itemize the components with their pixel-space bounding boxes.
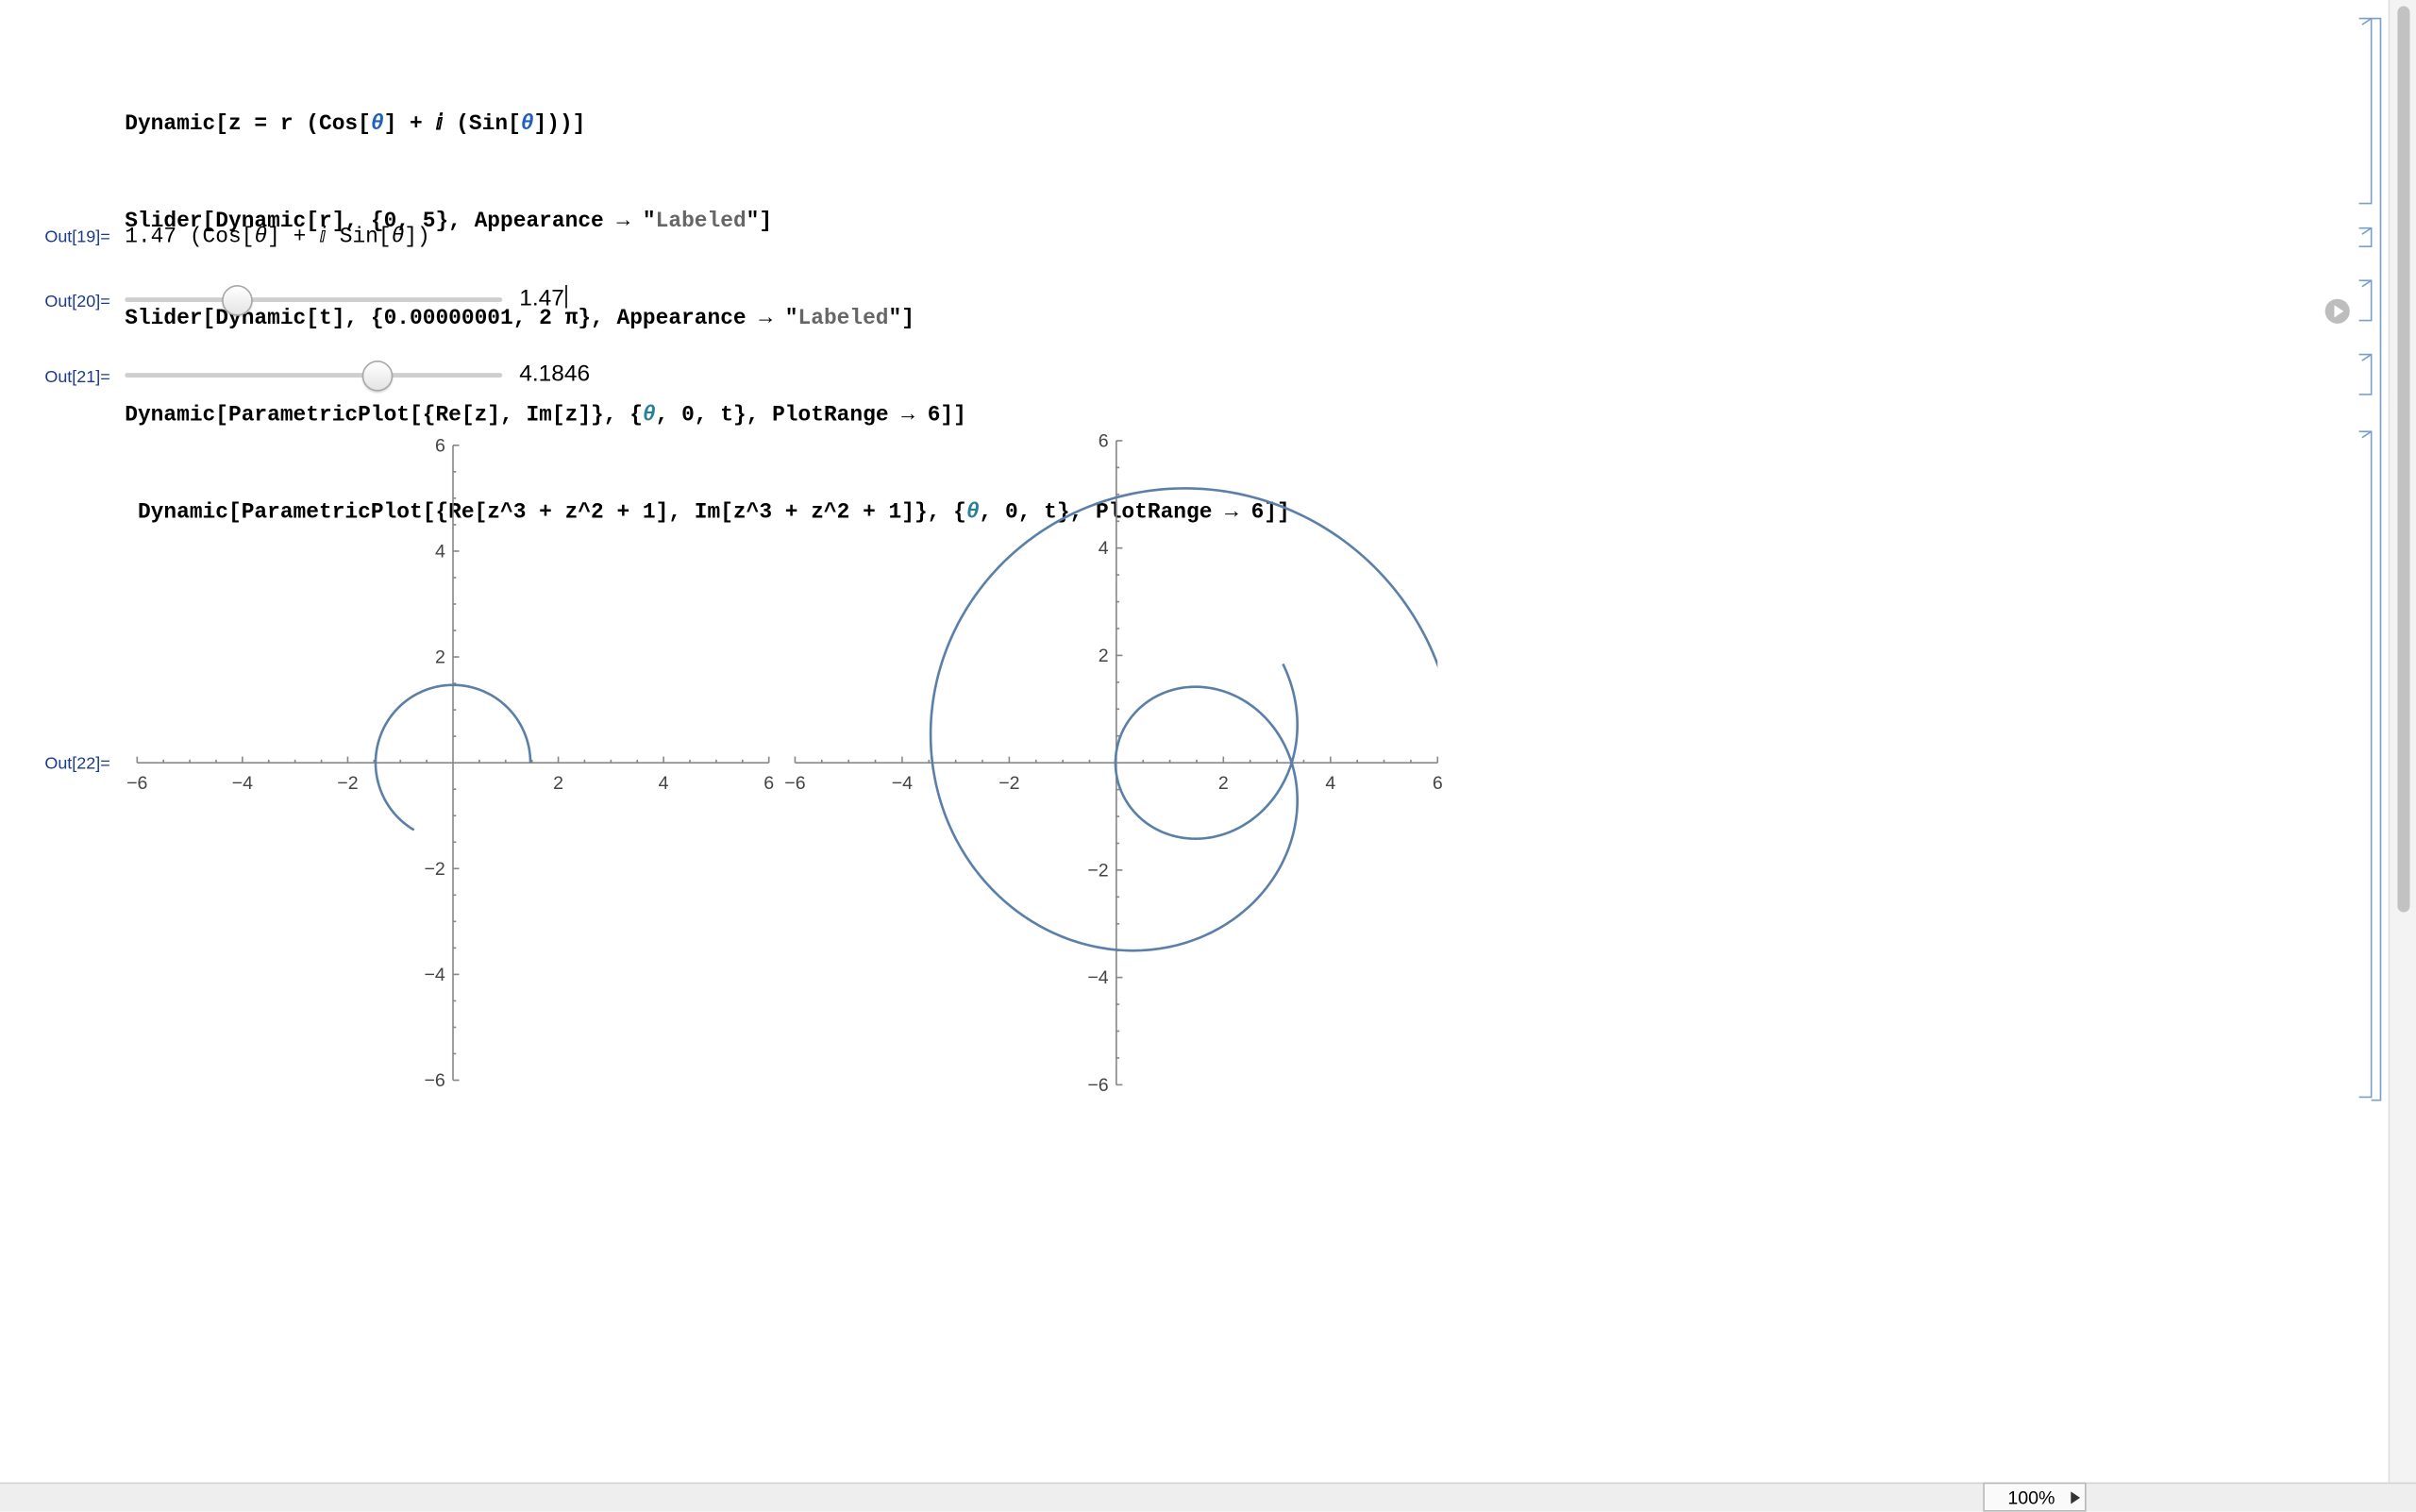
x-tick-label: −4	[892, 773, 913, 794]
input-line-1: Dynamic[z = r (Cos[θ] + ⅈ (Sin[θ]))]	[125, 112, 586, 138]
zoom-menu-arrow-icon[interactable]	[2071, 1491, 2081, 1504]
y-tick-label: 6	[435, 435, 445, 456]
y-tick-label: −6	[1087, 1075, 1108, 1096]
x-tick-label: 6	[763, 773, 774, 794]
slider-r[interactable]	[125, 285, 503, 316]
cell-bracket-out19	[2358, 227, 2373, 248]
slider-r-value-text: 1.47	[519, 285, 564, 311]
x-tick-label: −4	[232, 773, 253, 794]
y-tick-label: −4	[1087, 967, 1108, 988]
cell-bracket-out20	[2358, 279, 2373, 322]
parametric-plot-z[interactable]: −6 −4 −2 2 4 6 −6 −4 −2 2 4 6	[124, 424, 786, 1110]
x-tick-label: 6	[1433, 773, 1443, 794]
cell-bracket-input	[2358, 17, 2373, 205]
slider-thumb[interactable]	[222, 285, 253, 316]
x-tick-label: −2	[337, 773, 358, 794]
x-tick-label: 4	[1325, 773, 1335, 794]
plot-curve	[929, 487, 1438, 952]
cell-bracket-out22	[2358, 430, 2373, 1099]
cell-bracket-out21	[2358, 353, 2373, 395]
slider-t[interactable]	[125, 361, 503, 392]
slider-track[interactable]	[125, 373, 503, 378]
y-tick-label: −6	[425, 1070, 445, 1091]
vertical-scrollbar[interactable]	[2388, 0, 2416, 1483]
x-tick-label: 4	[659, 773, 669, 794]
out19-label: Out[19]=	[44, 227, 110, 247]
x-tick-label: 2	[1218, 773, 1229, 794]
text-cursor	[565, 285, 568, 309]
cell-brackets[interactable]	[2350, 15, 2384, 1109]
zoom-control[interactable]: 100%	[1983, 1482, 2087, 1512]
y-tick-label: −4	[425, 965, 445, 985]
x-tick-label: −6	[126, 773, 147, 794]
x-tick-label: −2	[998, 773, 1019, 794]
out19-expression[interactable]: 1.47 (Cos[θ] + ⅈ Sin[θ])	[125, 224, 430, 249]
x-tick-label: 2	[553, 773, 563, 794]
y-tick-label: 6	[1099, 430, 1109, 451]
out20-label: Out[20]=	[44, 293, 110, 311]
y-tick-label: 4	[1099, 538, 1109, 559]
y-tick-label: 4	[435, 541, 445, 562]
out21-label: Out[21]=	[44, 368, 110, 387]
y-tick-label: −2	[425, 859, 445, 880]
zoom-level: 100%	[2007, 1487, 2055, 1509]
cell-bracket-group	[2371, 17, 2382, 1101]
parametric-plot-polynomial[interactable]: −6 −4 −2 2 4 6 −6 −4 −2 2 4 6	[778, 424, 1455, 1110]
y-tick-label: 2	[435, 647, 445, 668]
notebook-canvas: Dynamic[z = r (Cos[θ] + ⅈ (Sin[θ]))] Sli…	[0, 0, 2416, 1512]
out22-label: Out[22]=	[44, 754, 110, 774]
y-tick-label: 2	[1099, 646, 1109, 666]
evaluate-arrow-icon[interactable]	[2324, 298, 2350, 324]
x-tick-label: −6	[784, 773, 805, 794]
slider-thumb[interactable]	[361, 361, 394, 392]
slider-t-value[interactable]: 4.1846	[519, 361, 590, 387]
slider-track[interactable]	[125, 297, 503, 302]
slider-r-value[interactable]: 1.47	[519, 285, 568, 311]
scrollbar-thumb[interactable]	[2397, 6, 2410, 913]
y-tick-label: −2	[1087, 860, 1108, 881]
